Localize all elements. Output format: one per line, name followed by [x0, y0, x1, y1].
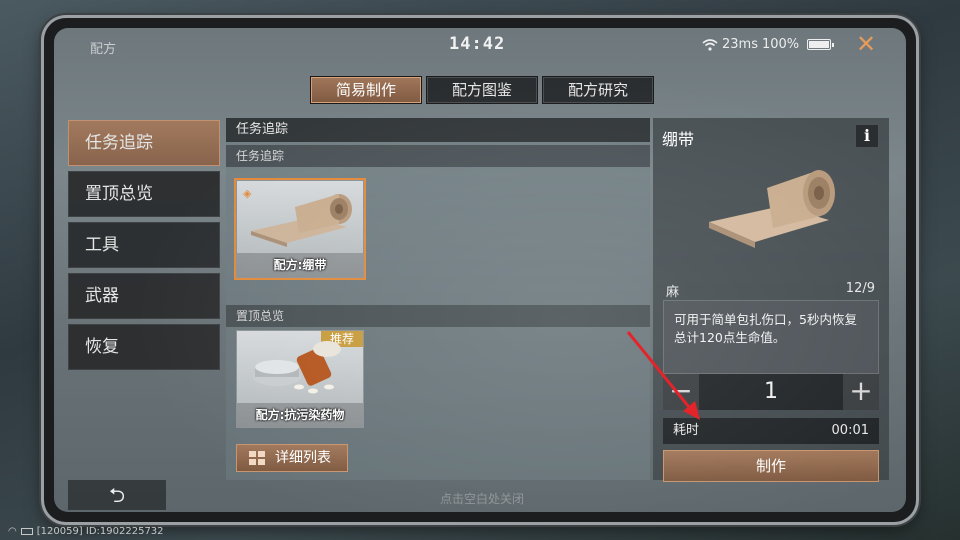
craft-button[interactable]: 制作	[663, 450, 879, 482]
material-name: 麻	[666, 285, 680, 300]
recipe-list-panel: 任务追踪 任务追踪 ◈ 配方:绷带 置顶总览 推荐 配方:抗污染药物 详细列表	[226, 118, 650, 480]
decrease-button[interactable]: −	[663, 374, 699, 410]
sidebar-item-recovery[interactable]: 恢复	[68, 324, 220, 370]
panel-header: 任务追踪	[226, 118, 650, 142]
list-grid-icon	[249, 451, 265, 465]
medicine-image	[253, 341, 341, 394]
craft-time-value: 00:01	[831, 423, 869, 438]
status-indicators: 23ms 100%	[702, 37, 835, 52]
battery-text: 100%	[761, 37, 800, 52]
system-bar: ◠ [120059] ID:1902225732	[8, 526, 164, 537]
recipe-card-label: 配方:抗污染药物	[237, 403, 363, 427]
battery-icon	[807, 39, 835, 50]
category-sidebar: 任务追踪 置顶总览 工具 武器 恢复	[68, 120, 220, 375]
sidebar-item-tools[interactable]: 工具	[68, 222, 220, 268]
section-title-task-tracking: 任务追踪	[226, 145, 650, 167]
quantity-value[interactable]: 1	[699, 374, 843, 410]
bandage-image	[251, 194, 352, 247]
increase-button[interactable]: +	[843, 374, 879, 410]
player-id-text: [120059] ID:1902225732	[36, 526, 164, 537]
system-battery-icon	[20, 528, 33, 535]
wifi-icon	[702, 38, 718, 51]
ping-text: 23ms	[722, 37, 758, 52]
bandage-large-image	[709, 170, 835, 248]
sidebar-item-weapons[interactable]: 武器	[68, 273, 220, 319]
item-title: 绷带	[662, 130, 695, 149]
craft-time-label: 耗时	[673, 423, 700, 438]
recipe-card-anti-pollution-medicine[interactable]: 推荐 配方:抗污染药物	[236, 330, 364, 428]
section-title-pinned-overview: 置顶总览	[226, 305, 650, 327]
tab-bar: 简易制作 配方图鉴 配方研究	[310, 76, 654, 104]
clock: 14:42	[449, 34, 506, 54]
craft-time-row: 耗时 00:01	[663, 418, 879, 444]
sidebar-item-pinned-overview[interactable]: 置顶总览	[68, 171, 220, 217]
item-description: 可用于简单包扎伤口，5秒内恢复总计120点生命值。	[663, 300, 879, 374]
detailed-list-label: 详细列表	[275, 450, 331, 466]
sidebar-item-task-tracking[interactable]: 任务追踪	[68, 120, 220, 166]
close-icon[interactable]: ✕	[852, 30, 880, 58]
screen-title: 配方	[90, 42, 117, 57]
recipe-card-bandage[interactable]: ◈ 配方:绷带	[236, 180, 364, 278]
tab-recipe-book[interactable]: 配方图鉴	[426, 76, 538, 104]
recipe-detail-panel: 绷带 i 麻 12/9 可用于简单包扎伤口，5秒内恢复总计120点生命值。 − …	[653, 118, 889, 482]
quantity-stepper: − 1 +	[663, 374, 879, 410]
tab-recipe-research[interactable]: 配方研究	[542, 76, 654, 104]
tab-simple-craft[interactable]: 简易制作	[310, 76, 422, 104]
tablet-device: 配方 14:42 23ms 100% ✕ 简易制作 配方图鉴 配方研究 任务追踪…	[44, 18, 916, 522]
material-count: 12/9	[845, 281, 875, 296]
tap-to-close-hint: 点击空白处关闭	[440, 492, 525, 506]
detailed-list-button[interactable]: 详细列表	[236, 444, 348, 472]
back-button[interactable]: ⮌	[68, 480, 166, 510]
recipe-card-label: 配方:绷带	[237, 253, 363, 277]
crafting-screen: 配方 14:42 23ms 100% ✕ 简易制作 配方图鉴 配方研究 任务追踪…	[54, 28, 906, 512]
info-icon[interactable]: i	[855, 124, 879, 148]
system-wifi-icon: ◠	[8, 526, 17, 537]
